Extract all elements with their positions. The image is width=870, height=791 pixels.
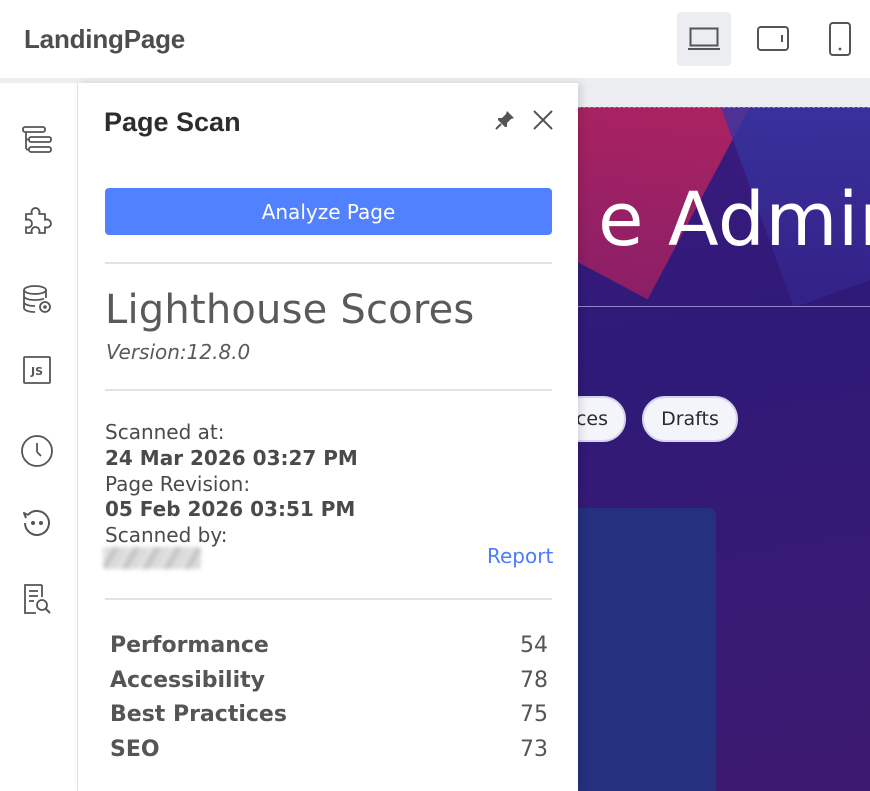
mobile-view-button[interactable] xyxy=(813,12,867,66)
hero-section: e Admin ces Drafts xyxy=(578,107,870,791)
scanned-at-value: 24 Mar 2026 03:27 PM xyxy=(105,446,358,470)
rail-item-scripts[interactable]: JS xyxy=(17,350,57,390)
score-row-best-practices: Best Practices 75 xyxy=(110,698,548,730)
rail-item-history[interactable] xyxy=(17,431,57,471)
version-label: Version:12.8.0 xyxy=(106,340,251,364)
close-button[interactable] xyxy=(528,105,558,135)
rail-item-data[interactable] xyxy=(17,279,57,319)
content-card xyxy=(578,508,716,791)
pin-icon xyxy=(495,111,514,130)
hero-divider xyxy=(578,306,870,307)
score-value: 78 xyxy=(520,667,548,693)
filter-pill[interactable]: ces xyxy=(578,396,626,442)
score-value: 73 xyxy=(520,736,548,762)
svg-text:JS: JS xyxy=(30,365,43,378)
score-value: 54 xyxy=(520,632,548,658)
score-row-seo: SEO 73 xyxy=(110,733,548,765)
pin-button[interactable] xyxy=(490,105,520,135)
score-value: 75 xyxy=(520,701,548,727)
filter-pill-drafts[interactable]: Drafts xyxy=(642,396,738,442)
score-row-performance: Performance 54 xyxy=(110,629,548,661)
scanned-by-label: Scanned by: xyxy=(105,523,228,547)
js-icon: JS xyxy=(23,356,51,384)
left-rail: JS xyxy=(0,83,78,791)
scores-heading: Lighthouse Scores xyxy=(105,287,475,333)
layers-icon xyxy=(22,126,52,153)
selection-outline xyxy=(578,107,870,108)
database-settings-icon xyxy=(23,285,51,313)
score-row-accessibility: Accessibility 78 xyxy=(110,664,548,696)
page-preview[interactable]: e Admin ces Drafts xyxy=(578,83,870,791)
hero-title: e Admin xyxy=(598,177,870,263)
score-name: Accessibility xyxy=(110,667,265,693)
score-name: Performance xyxy=(110,632,269,658)
puzzle-icon xyxy=(25,207,52,234)
laptop-icon xyxy=(688,27,720,50)
rail-item-assistant[interactable] xyxy=(17,503,57,543)
rail-item-plugins[interactable] xyxy=(17,200,57,240)
rail-item-layers[interactable] xyxy=(17,119,57,159)
section-divider xyxy=(105,598,552,600)
analyze-page-button[interactable]: Analyze Page xyxy=(105,188,552,235)
document-search-icon xyxy=(24,584,51,614)
section-divider xyxy=(105,262,552,264)
clock-icon xyxy=(21,435,53,467)
scanned-by-user-redacted xyxy=(103,547,201,569)
desktop-view-button[interactable] xyxy=(677,12,731,66)
revision-value: 05 Feb 2026 03:51 PM xyxy=(105,497,356,521)
scanned-at-label: Scanned at: xyxy=(105,420,225,444)
section-divider xyxy=(105,389,552,391)
tablet-view-button[interactable] xyxy=(746,12,800,66)
rail-item-seo-scan[interactable] xyxy=(17,579,57,619)
mobile-icon xyxy=(829,22,851,56)
score-name: Best Practices xyxy=(110,701,287,727)
close-icon xyxy=(533,110,553,130)
top-bar: LandingPage xyxy=(0,0,870,78)
report-link[interactable]: Report xyxy=(487,544,553,568)
page-scan-panel: Page Scan Analyze Page Lighthouse Scores… xyxy=(78,83,578,791)
revision-label: Page Revision: xyxy=(105,472,251,496)
panel-title: Page Scan xyxy=(104,107,241,137)
face-icon xyxy=(23,509,50,536)
tablet-icon xyxy=(757,26,789,51)
brand-title: LandingPage xyxy=(24,24,186,54)
score-name: SEO xyxy=(110,736,160,762)
